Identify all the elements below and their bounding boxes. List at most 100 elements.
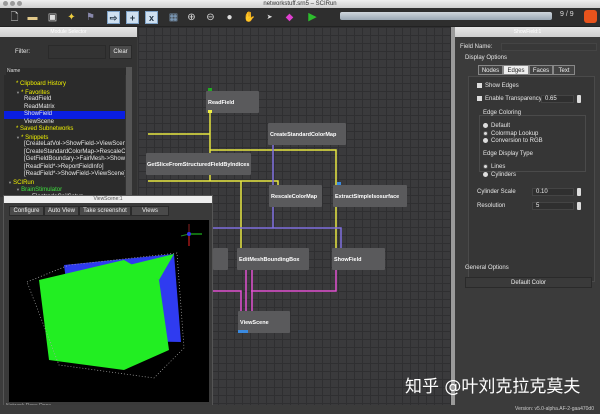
tree-item-label: * Snippets [21,134,49,141]
tree-item[interactable]: [GetFieldBoundary->FairMesh->ShowField] [4,156,125,164]
module-cube-icon[interactable]: ◆ [283,11,296,24]
tree-item[interactable]: * Clipboard History [4,81,125,89]
zoom-reset-icon[interactable]: ● [223,11,236,24]
hand-icon[interactable]: ✋ [243,11,256,24]
output-port[interactable] [238,330,248,333]
pointer-icon[interactable]: ➤ [263,11,276,24]
clear-button[interactable]: Clear [109,45,132,59]
auto-view-button[interactable]: Auto View [44,206,79,216]
module-tree[interactable]: * Clipboard History ▼ * Favorites ReadFiel… [4,75,125,197]
edge-display-type-label: Edge Display Type [483,151,533,157]
module-createstandardcolormap[interactable]: CreateStandardColorMap [268,123,346,145]
zoom-out-icon[interactable]: ⊖ [204,11,217,24]
add-icon[interactable]: + [126,11,139,24]
tree-item-label: * Favorites [21,89,50,96]
input-port[interactable] [337,182,341,185]
views-button[interactable]: Views [131,206,169,216]
viewscene-title: ViewScene:1 [4,196,212,203]
cylinder-scale-input[interactable]: 0.10 [532,188,574,196]
module-showfield[interactable]: ShowField [332,248,385,270]
cylinder-scale-spinner[interactable] [577,188,581,196]
general-options-label: General Options [465,265,509,271]
showfield-title: ShowField:1 [455,27,600,37]
module-hidden[interactable] [213,248,228,270]
filter-label: Filter: [15,49,30,55]
tree-item-label: [ReadField*->ReportFieldInfo] [24,163,104,170]
tree-item[interactable]: ViewScene [4,119,125,127]
version-label: Version: v5.0-alpha.AF-2-gaa470d0 [515,406,594,412]
input-port[interactable] [208,88,212,91]
radio-conversion-to-rgb[interactable]: Conversion to RGB [483,138,543,144]
alarm-icon[interactable] [584,10,597,23]
module-label: ExtractSimpleIsosurface [335,194,400,200]
radio-colormap-lookup[interactable]: Colormap Lookup [483,131,538,137]
tree-item-label: * Clipboard History [16,81,67,87]
run-icon[interactable]: ▶ [306,11,319,24]
dependency-icon[interactable]: ⚑ [84,11,97,24]
tree-item[interactable]: ShowField [4,111,125,119]
take-screenshot-button[interactable]: Take screenshot [79,206,131,216]
3d-render-view[interactable] [9,220,209,402]
save-icon[interactable]: ▣ [46,11,59,24]
tab-edges[interactable]: Edges [503,65,529,75]
enable-transparency-checkbox[interactable]: Enable Transparency [477,96,542,102]
radio-lines[interactable]: Lines [483,164,505,170]
tree-item[interactable]: [ReadField*->ShowField->ViewScene] [4,171,125,179]
open-folder-icon[interactable]: ▬ [26,11,39,24]
tree-item[interactable]: [CreateStandardColorMap->RescaleColorMap… [4,149,125,157]
execute-icon[interactable]: ⇨ [107,11,120,24]
transparency-spinner[interactable] [577,95,581,103]
radio-default[interactable]: Default [483,123,510,129]
configure-button[interactable]: Configure [9,206,44,216]
name-column-header[interactable]: Name [6,68,126,75]
edges-tab-content [468,76,595,282]
module-editmeshboundingbox[interactable]: EditMeshBoundingBox [237,248,309,270]
zoom-window-button[interactable] [17,1,22,6]
tree-item[interactable]: [CreateLatVol->ShowField->ViewScene] [4,141,125,149]
module-getslicefromstructuredfieldbyindices[interactable]: GetSliceFromStructuredFieldByIndices [146,153,251,175]
tree-scrollbar[interactable] [126,67,132,197]
tree-item-label: [ReadField*->ShowField->ViewScene] [24,171,125,177]
tree-item[interactable]: ReadField [4,96,125,104]
module-label: GetSliceFromStructuredFieldByIndices [147,162,250,168]
filter-input[interactable] [48,45,106,59]
module-label: CreateStandardColorMap [270,132,337,138]
tree-item-label: BrainStimulator [21,187,63,193]
layout-icon[interactable]: ▦ [167,11,180,24]
module-label: EditMeshBoundingBox [239,257,300,263]
tree-item[interactable]: ReadMatrix [4,104,125,112]
tab-text[interactable]: Text [553,65,575,75]
window-title-bar: networkstuff.srn5 – SCIRun [0,0,600,8]
watermark: 知乎 @叶刘克拉克莫夫 [405,377,581,397]
module-label: ShowField [334,257,362,263]
module-selector-title: Module Selector [0,27,137,37]
close-window-button[interactable] [3,1,8,6]
minimize-window-button[interactable] [10,1,15,6]
tree-item[interactable]: [ReadField*->ReportFieldInfo] [4,164,125,172]
module-label: ReadField [208,100,235,106]
new-file-icon[interactable]: 🗋 [8,11,21,24]
output-port[interactable] [208,110,212,113]
module-readfield[interactable]: ReadField [206,91,259,113]
tab-faces[interactable]: Faces [529,65,553,75]
tab-nodes[interactable]: Nodes [478,65,503,75]
tree-item[interactable]: ▼ SCIRun [4,179,125,187]
transparency-input[interactable]: 0.65 [541,95,574,103]
show-edges-checkbox[interactable]: Show Edges [477,83,519,89]
tree-item[interactable]: ▼ * Favorites [4,89,125,97]
wizard-icon[interactable]: ✦ [65,11,78,24]
zoom-in-icon[interactable]: ⊕ [185,11,198,24]
module-rescalecolormap[interactable]: RescaleColorMap [269,185,322,207]
module-extractsimpleisosurface[interactable]: ExtractSimpleIsosurface [333,185,407,207]
close-x-icon[interactable]: x [145,11,158,24]
tree-item[interactable]: * Saved Subnetworks [4,126,125,134]
resolution-spinner[interactable] [577,202,581,210]
window-title: networkstuff.srn5 – SCIRun [263,1,337,7]
radio-cylinders[interactable]: Cylinders [483,172,516,178]
tree-item[interactable]: ▼ BrainStimulator [4,186,125,194]
viewscene-window: ViewScene:1 Configure Auto View Take scr… [3,195,213,410]
tree-item-label: ReadMatrix [24,103,55,110]
resolution-input[interactable]: 5 [532,202,574,210]
tree-item[interactable]: ▼ * Snippets [4,134,125,142]
default-color-button[interactable]: Default Color [465,277,592,288]
